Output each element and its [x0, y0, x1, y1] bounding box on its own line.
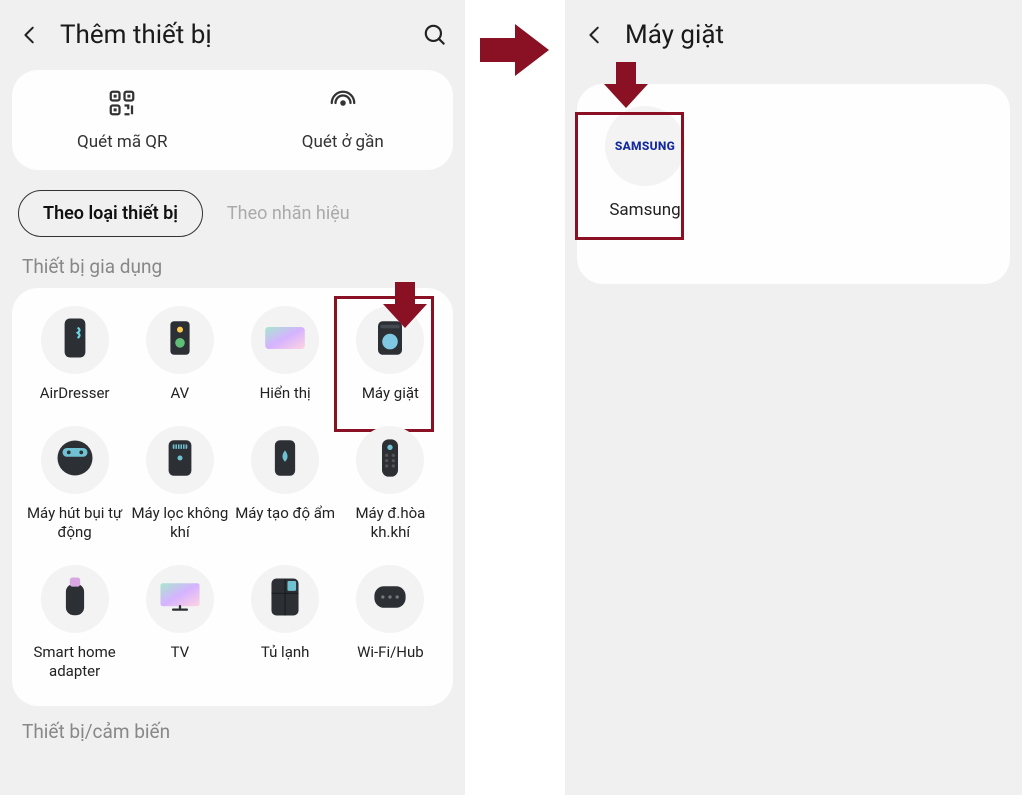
devices-grid: AirDresser AV Hiển thị Máy giặt Máy hút …: [12, 288, 453, 706]
brands-card: SAMSUNG Samsung: [577, 84, 1010, 284]
device-tv[interactable]: TV: [127, 565, 232, 682]
search-button[interactable]: [421, 21, 449, 49]
device-label: AV: [171, 384, 190, 404]
device-av[interactable]: AV: [127, 306, 232, 404]
tab-row: Theo loại thiết bị Theo nhãn hiệu: [0, 190, 465, 255]
scan-nearby-label: Quét ở gần: [302, 132, 384, 152]
section-home-appliances: Thiết bị gia dụng: [0, 255, 465, 288]
back-button[interactable]: [581, 21, 609, 49]
header: Máy giặt: [565, 0, 1022, 70]
arrow-right-icon: [475, 20, 555, 84]
samsung-logo: SAMSUNG: [615, 139, 675, 153]
device-label: Hiển thị: [260, 384, 311, 404]
scan-nearby-button[interactable]: Quét ở gần: [233, 88, 454, 152]
adapter-icon: [62, 576, 88, 622]
device-label: Máy giặt: [362, 384, 419, 404]
scan-qr-label: Quét mã QR: [77, 132, 167, 152]
device-label: Máy tạo độ ẩm: [235, 504, 335, 524]
transition-gap: [465, 0, 565, 795]
device-fridge[interactable]: Tủ lạnh: [233, 565, 338, 682]
brand-label: Samsung: [609, 200, 680, 220]
device-label: Tủ lạnh: [261, 643, 310, 663]
humidifier-icon: [272, 439, 298, 481]
section-sensors: Thiết bị/cảm biến: [0, 706, 465, 743]
tab-by-type[interactable]: Theo loại thiết bị: [18, 190, 203, 237]
speaker-icon: [168, 319, 192, 361]
scan-qr-button[interactable]: Quét mã QR: [12, 88, 233, 152]
device-robot-vacuum[interactable]: Máy hút bụi tự động: [22, 426, 127, 543]
device-airdresser[interactable]: AirDresser: [22, 306, 127, 404]
ac-remote-icon: [380, 438, 400, 482]
airdresser-icon: [62, 317, 88, 363]
device-humidifier[interactable]: Máy tạo độ ẩm: [233, 426, 338, 543]
device-ac[interactable]: Máy đ.hòa kh.khí: [338, 426, 443, 543]
brand-logo-circle: SAMSUNG: [605, 106, 685, 186]
back-button[interactable]: [16, 21, 44, 49]
device-washer[interactable]: Máy giặt: [338, 306, 443, 404]
device-label: Máy lọc không khí: [130, 504, 230, 543]
screen-washer-brands: Máy giặt SAMSUNG Samsung: [565, 0, 1022, 795]
air-purifier-icon: [166, 439, 194, 481]
device-air-purifier[interactable]: Máy lọc không khí: [127, 426, 232, 543]
header: Thêm thiết bị: [0, 0, 465, 70]
device-label: Máy đ.hòa kh.khí: [340, 504, 440, 543]
device-label: Máy hút bụi tự động: [25, 504, 125, 543]
tv-icon: [157, 579, 203, 619]
radar-icon: [328, 88, 358, 122]
robot-vacuum-icon: [55, 438, 95, 482]
device-label: TV: [171, 643, 190, 663]
device-label: Wi-Fi/Hub: [357, 643, 424, 663]
page-title: Thêm thiết bị: [60, 20, 405, 50]
scan-card: Quét mã QR Quét ở gần: [12, 70, 453, 170]
device-hub[interactable]: Wi-Fi/Hub: [338, 565, 443, 682]
device-adapter[interactable]: Smart home adapter: [22, 565, 127, 682]
device-display[interactable]: Hiển thị: [233, 306, 338, 404]
device-label: AirDresser: [40, 384, 110, 404]
washer-icon: [375, 320, 405, 360]
screen-add-device: Thêm thiết bị Quét mã QR: [0, 0, 465, 795]
qr-icon: [107, 88, 137, 122]
fridge-icon: [269, 577, 301, 621]
brand-samsung[interactable]: SAMSUNG Samsung: [595, 106, 695, 224]
display-icon: [263, 324, 307, 356]
device-label: Smart home adapter: [25, 643, 125, 682]
hub-icon: [372, 582, 408, 616]
page-title: Máy giặt: [625, 20, 1006, 50]
tab-by-brand[interactable]: Theo nhãn hiệu: [227, 203, 350, 224]
